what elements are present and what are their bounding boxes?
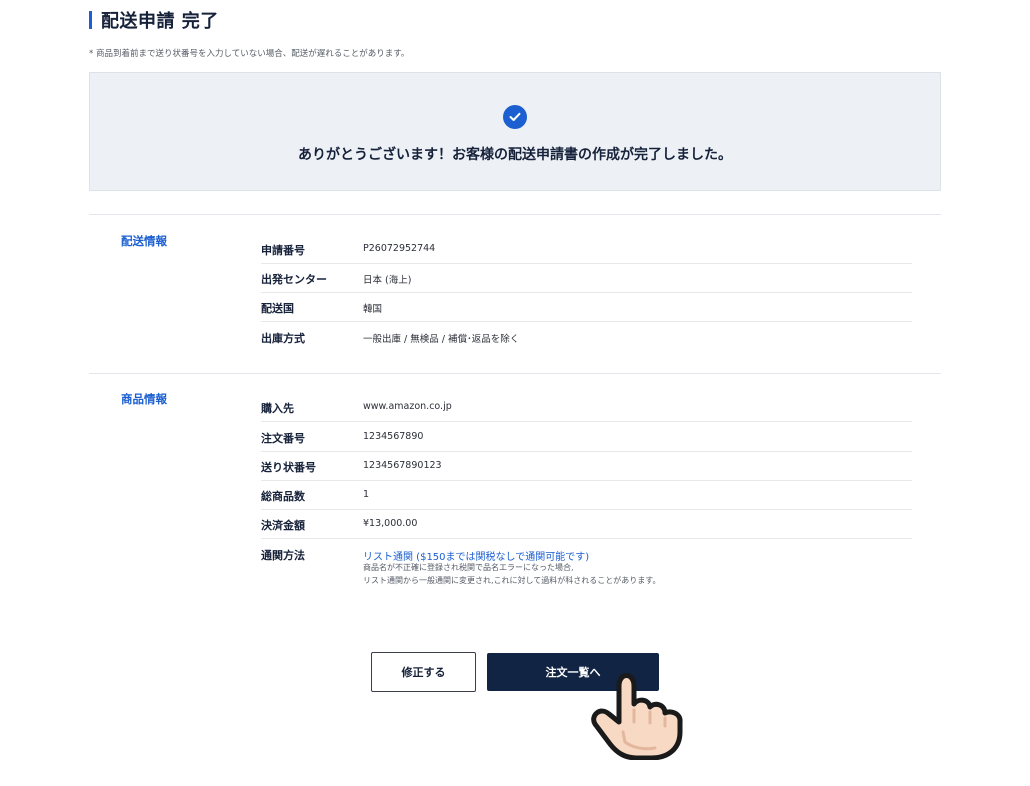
row-value: 一般出庫 / 無検品 / 補償･返品を除く [363,334,520,345]
page-title: 配送申請 完了 [101,11,219,32]
completion-panel: ありがとうございます！お客様の配送申請書の作成が完了しました。 [89,72,941,191]
row-label: 注文番号 [261,432,305,445]
row-label: 出庫方式 [261,332,305,345]
customs-note-line: 商品名が不正確に登録され税関で品名エラーになった場合, [363,563,574,572]
info-row-shipping-method: 出庫方式 一般出庫 / 無検品 / 補償･返品を除く [261,322,912,351]
row-label: 出発センター [261,273,327,286]
info-row-store: 購入先 www.amazon.co.jp [261,393,912,422]
shipping-info-heading: 配送情報 [121,234,167,248]
row-label: 決済金額 [261,519,305,532]
page-header: 配送申請 完了 [89,7,219,33]
customs-method-value: リスト通関 ($150までは関税なしで通関可能です) [363,552,590,563]
info-row-order-number: 注文番号 1234567890 [261,422,912,452]
section-divider [89,214,941,215]
info-row-customs-method: 通関方法 リスト通関 ($150までは関税なしで通関可能です) 商品名が不正確に… [261,539,912,591]
row-label: 申請番号 [261,244,305,257]
row-value: ¥13,000.00 [363,518,418,529]
pointing-hand-icon [591,673,683,760]
info-row-total-items: 総商品数 1 [261,481,912,510]
completion-message: ありがとうございます！お客様の配送申請書の作成が完了しました。 [298,147,732,163]
edit-button[interactable]: 修正する [371,652,476,692]
row-value: 日本 (海上) [363,275,412,286]
info-row-destination-country: 配送国 韓国 [261,293,912,322]
row-label: 通関方法 [261,549,305,562]
row-value: 1 [363,489,370,500]
check-circle-icon [503,105,527,129]
product-info-heading: 商品情報 [121,392,167,406]
row-value: 1234567890123 [363,460,442,471]
info-row-tracking-number: 送り状番号 1234567890123 [261,452,912,481]
row-value: P26072952744 [363,243,436,254]
row-value: 1234567890 [363,431,424,442]
section-divider [89,373,941,374]
customs-note-line: リスト通関から一般通関に変更され,これに対して過料が科されることがあります。 [363,576,661,585]
info-row-payment-amount: 決済金額 ¥13,000.00 [261,510,912,539]
row-label: 配送国 [261,302,294,315]
row-label: 購入先 [261,402,294,415]
row-label: 総商品数 [261,490,305,503]
row-label: 送り状番号 [261,461,316,474]
notice-text: * 商品到着前まで送り状番号を入力していない場合、配送が遅れることがあります。 [89,49,410,59]
info-row-departure-center: 出発センター 日本 (海上) [261,264,912,293]
row-value: 韓国 [363,304,383,315]
title-accent-bar [89,11,92,29]
row-value: www.amazon.co.jp [363,401,452,412]
info-row-application-number: 申請番号 P26072952744 [261,235,912,264]
